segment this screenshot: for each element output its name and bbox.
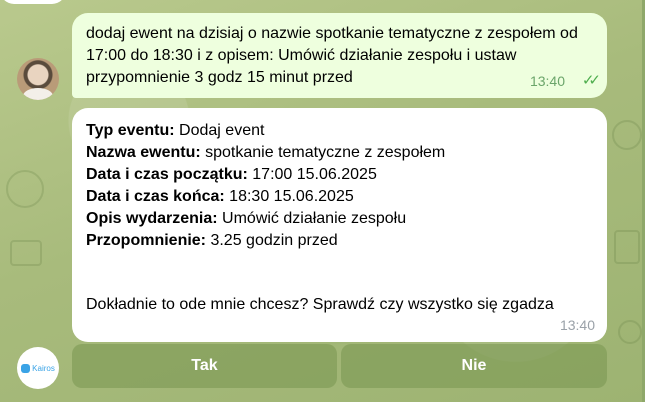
avatar-shirt — [23, 88, 53, 100]
double-check-icon: ✓✓ — [581, 72, 601, 89]
confirmation-question: Dokładnie to ode mnie chcesz? Sprawdź cz… — [86, 296, 554, 313]
field-row: Typ eventu: Dodaj event — [86, 120, 593, 142]
field-value: Dodaj event — [174, 122, 265, 139]
bot-logo-icon — [21, 363, 31, 373]
yes-button-label: Tak — [191, 357, 218, 374]
field-value: 3.25 godzin przed — [206, 232, 338, 249]
doodle-circle — [618, 320, 642, 344]
outgoing-message-text: dodaj ewent na dzisiaj o nazwie spotkani… — [86, 25, 578, 86]
field-row: Data i czas końca: 18:30 15.06.2025 — [86, 186, 593, 208]
user-avatar[interactable] — [17, 58, 59, 100]
field-value: 18:30 15.06.2025 — [224, 188, 354, 205]
message-time: 13:40 — [529, 73, 565, 89]
field-value: spotkanie tematyczne z zespołem — [200, 144, 446, 161]
field-value: 17:00 15.06.2025 — [247, 166, 377, 183]
field-label: Data i czas końca: — [86, 188, 225, 205]
field-row: Przopomnienie: 3.25 godzin przed — [86, 230, 593, 252]
field-label: Opis wydarzenia: — [86, 210, 218, 227]
field-label: Typ eventu: — [86, 122, 175, 139]
outgoing-message[interactable]: dodaj ewent na dzisiaj o nazwie spotkani… — [72, 13, 607, 98]
no-button-label: Nie — [461, 357, 487, 374]
bot-avatar[interactable]: Kairos — [17, 347, 59, 389]
bot-name: Kairos — [32, 363, 55, 373]
doodle-square — [10, 240, 42, 266]
message-time: 13:40 — [559, 317, 595, 333]
doodle-circle — [6, 170, 44, 208]
incoming-message[interactable]: Typ eventu: Dodaj event Nazwa ewentu: sp… — [72, 108, 607, 342]
doodle-square — [614, 230, 640, 264]
field-value: Umówić działanie zespołu — [217, 210, 407, 227]
field-row: Data i czas początku: 17:00 15.06.2025 — [86, 164, 593, 186]
field-label: Nazwa ewentu: — [86, 144, 201, 161]
field-row: Opis wydarzenia: Umówić działanie zespoł… — [86, 208, 593, 230]
field-label: Data i czas początku: — [86, 166, 248, 183]
doodle-circle — [612, 120, 642, 150]
field-row: Nazwa ewentu: spotkanie tematyczne z zes… — [86, 142, 593, 164]
yes-button[interactable]: Tak — [72, 344, 337, 388]
field-label: Przopomnienie: — [86, 232, 207, 249]
no-button[interactable]: Nie — [341, 344, 607, 388]
